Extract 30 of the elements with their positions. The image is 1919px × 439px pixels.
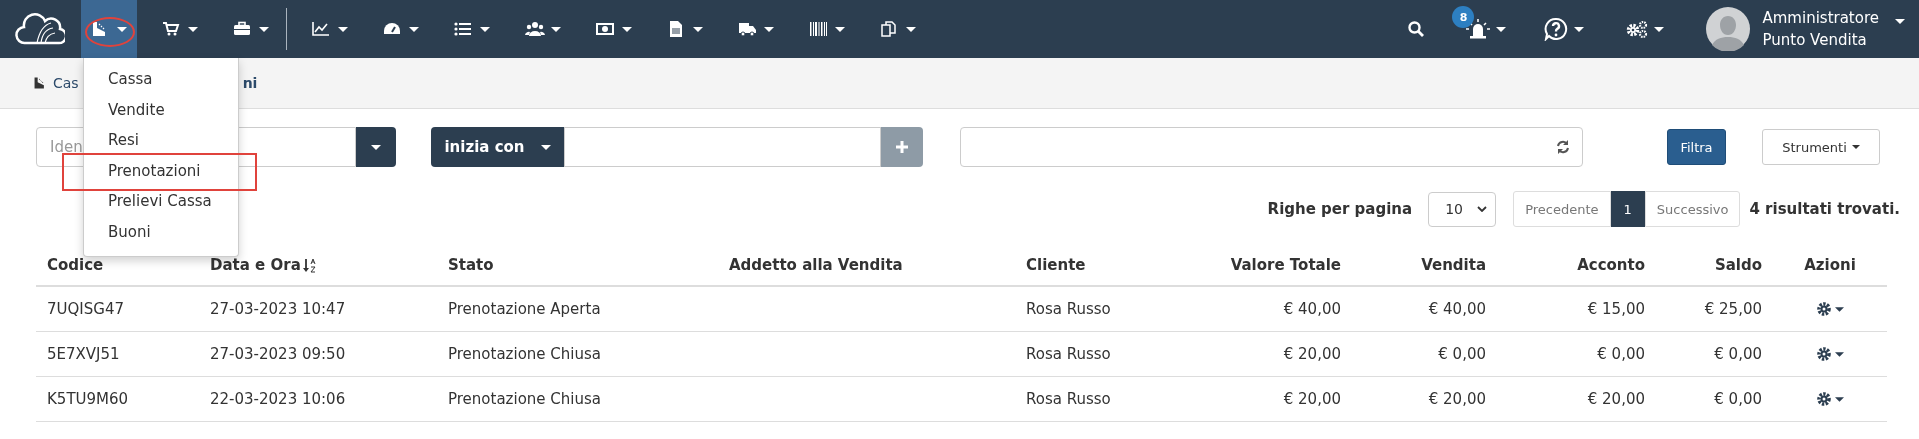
table-cell-text: 22-03-2023 10:06 xyxy=(209,390,347,408)
table-cell-text: Prenotazione Chiusa xyxy=(447,345,602,363)
table-cell-text: Prenotazione Chiusa xyxy=(447,390,602,408)
table-cell-text: € 20,00 xyxy=(1586,390,1646,408)
table-cell-text: K5TU9M60 xyxy=(46,390,130,408)
table-cell-text: € 40,00 xyxy=(1282,300,1342,318)
user-role: Punto Vendita xyxy=(1762,30,1868,51)
table-cell-text: 7UQISG47 xyxy=(46,300,125,318)
notification-badge: 8 xyxy=(1452,6,1475,28)
table-cell-text: Prenotazione Aperta xyxy=(447,300,602,318)
table-cell-text: € 20,00 xyxy=(1282,345,1342,363)
table-cell-text: 27-03-2023 09:50 xyxy=(209,345,347,363)
table-cell-text: € 25,00 xyxy=(1703,300,1763,318)
table-cell-text: € 20,00 xyxy=(1427,390,1487,408)
table-cell-text: 5E7XVJ51 xyxy=(46,345,121,363)
table-cell-text: € 40,00 xyxy=(1427,300,1487,318)
table-cell-text: € 0,00 xyxy=(1596,345,1646,363)
results-count: 4 risultati trovati. xyxy=(1749,200,1900,218)
table-cell-text: € 15,00 xyxy=(1586,300,1646,318)
breadcrumb-current: ni xyxy=(242,75,258,91)
table-cell-text: € 0,00 xyxy=(1437,345,1487,363)
table-cell-text: € 0,00 xyxy=(1713,345,1763,363)
table-cell-text: Rosa Russo xyxy=(1025,390,1112,408)
user-name: Amministratore xyxy=(1762,8,1879,29)
table-cell-text: € 20,00 xyxy=(1282,390,1342,408)
table-cell-text: Rosa Russo xyxy=(1025,345,1112,363)
table-cell-text: Rosa Russo xyxy=(1025,300,1112,318)
table-cell-text: € 0,00 xyxy=(1713,390,1763,408)
rows-per-page-label: Righe per pagina xyxy=(1267,200,1413,218)
table-cell-text: 27-03-2023 10:47 xyxy=(209,300,347,318)
